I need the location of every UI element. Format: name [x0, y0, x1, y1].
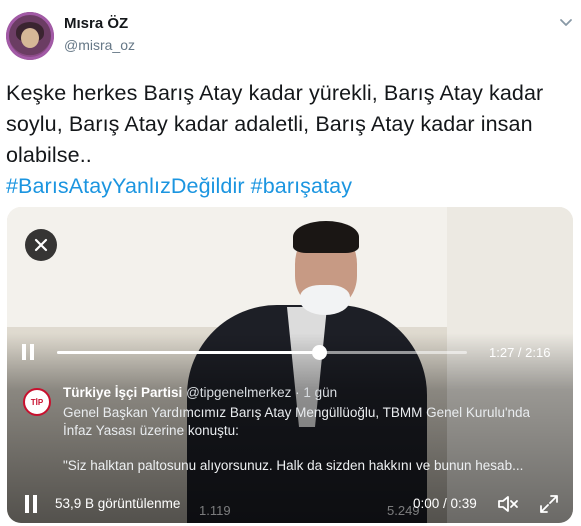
- close-icon: [34, 238, 48, 252]
- tip-logo: TİP: [23, 388, 51, 416]
- speaker-hair: [293, 221, 359, 253]
- avatar[interactable]: [6, 12, 54, 60]
- speaker-mask: [300, 285, 350, 315]
- embedded-age: 1 gün: [303, 385, 338, 400]
- user-handle[interactable]: @misra_oz: [64, 37, 135, 53]
- tweet-text: Keşke herkes Barış Atay kadar yürekli, B…: [6, 78, 578, 202]
- elapsed-time: 1:27 / 2:16: [489, 345, 551, 360]
- tweet-body: Keşke herkes Barış Atay kadar yürekli, B…: [6, 81, 544, 167]
- close-button[interactable]: [25, 229, 57, 261]
- playback-time: 0:00 / 0:39: [413, 496, 477, 511]
- avatar-ring: [6, 12, 54, 60]
- embedded-author-name[interactable]: Türkiye İşçi Partisi: [63, 385, 182, 400]
- fullscreen-icon[interactable]: [539, 494, 559, 514]
- embedded-tweet-header: Türkiye İşçi Partisi @tipgenelmerkez · 1…: [63, 385, 337, 400]
- seek-progress: [57, 351, 320, 354]
- chevron-down-icon[interactable]: [558, 14, 574, 30]
- pause-icon[interactable]: [24, 495, 38, 513]
- video-controls: 53,9 B görüntülenme 0:00 / 0:39: [7, 487, 573, 523]
- video-player[interactable]: 1:27 / 2:16 TİP Türkiye İşçi Partisi @ti…: [7, 207, 573, 523]
- seek-bar[interactable]: [57, 345, 467, 360]
- display-name[interactable]: Mısra ÖZ: [64, 15, 128, 32]
- view-count: 53,9 B görüntülenme: [55, 496, 181, 511]
- embedded-author-handle[interactable]: @tipgenelmerkez: [186, 385, 291, 400]
- embedded-tweet-quote: "Siz halktan paltosunu alıyorsunuz. Halk…: [63, 458, 524, 473]
- embedded-tweet-body: Genel Başkan Yardımcımız Barış Atay Meng…: [63, 405, 531, 438]
- embedded-separator: ·: [295, 385, 300, 400]
- mute-icon[interactable]: [497, 494, 519, 514]
- hashtags-link[interactable]: #BarısAtayYanlızDeğildir #barışatay: [6, 174, 352, 198]
- pause-icon[interactable]: [21, 344, 35, 360]
